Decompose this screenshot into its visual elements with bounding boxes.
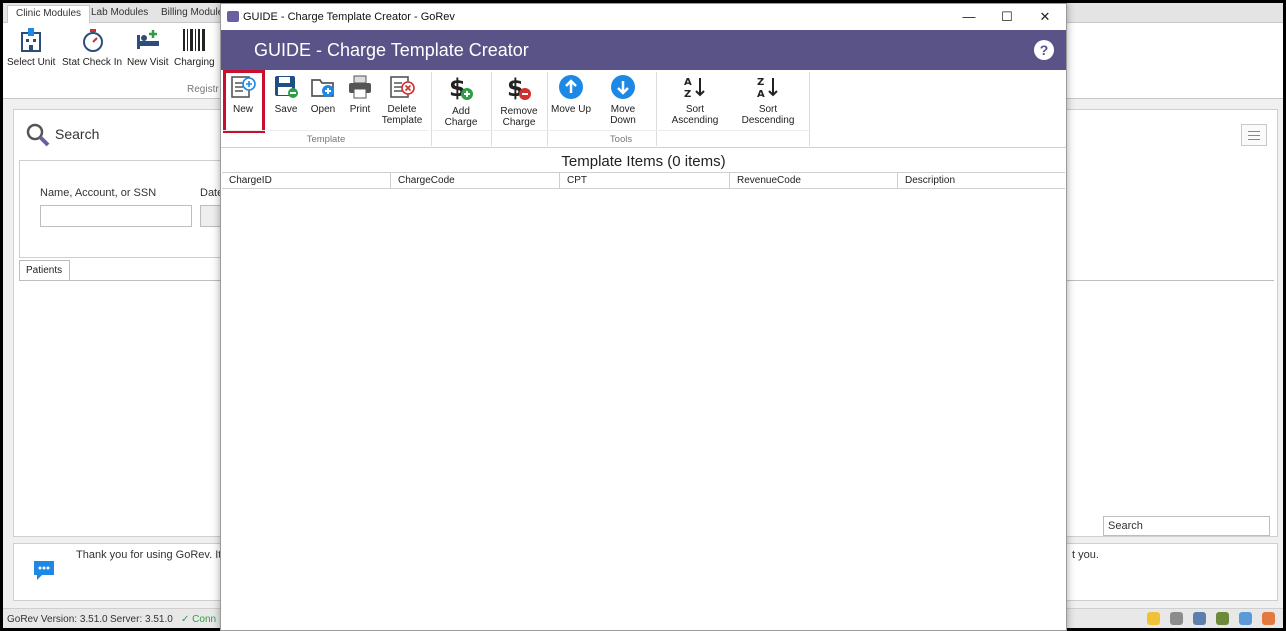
help-button[interactable]: ? xyxy=(1034,40,1054,60)
arrow-down-icon xyxy=(611,75,635,99)
column-header-chargeid[interactable]: ChargeID xyxy=(222,173,391,188)
sort-ascending-label: Sort Ascending xyxy=(671,104,719,126)
move-up-button[interactable]: Move Up xyxy=(551,74,591,115)
server-status: Server: 3.51.0 xyxy=(110,614,173,625)
template-items-title: Template Items (0 items) xyxy=(561,153,726,170)
sort-ascending-button[interactable]: AZ Sort Ascending xyxy=(663,74,727,126)
select-unit-label: Select Unit xyxy=(7,57,56,68)
grid-search-input[interactable]: Search xyxy=(1103,516,1270,536)
tab-lab-modules[interactable]: Lab Modules xyxy=(83,5,156,23)
hospital-icon xyxy=(21,28,42,52)
save-disk-icon xyxy=(275,76,298,98)
stat-check-in-button[interactable]: Stat Check In xyxy=(62,27,122,68)
delete-label-line1: Delete xyxy=(387,104,417,115)
sort-descending-button[interactable]: ZA Sort Descending xyxy=(734,74,802,126)
remove-label-line2: Charge xyxy=(502,117,536,128)
remove-charge-button[interactable]: $ Remove Charge xyxy=(499,74,539,128)
column-header-chargecode[interactable]: ChargeCode xyxy=(391,173,560,188)
barcode-icon xyxy=(183,29,206,51)
svg-text:Z: Z xyxy=(757,77,764,88)
template-items-grid-header: ChargeID ChargeCode CPT RevenueCode Desc… xyxy=(222,172,1065,189)
title-bar: GUIDE - Charge Template Creator - GoRev … xyxy=(221,4,1066,30)
template-items-grid-body[interactable] xyxy=(222,190,1065,630)
status-tray xyxy=(1147,612,1275,626)
star-icon[interactable] xyxy=(1239,612,1252,625)
minimize-button[interactable]: — xyxy=(950,4,988,30)
version-status: GoRev Version: 3.51.0 xyxy=(7,614,108,625)
name-account-ssn-input[interactable] xyxy=(40,205,192,227)
sort-descending-icon: ZA xyxy=(757,77,778,100)
message-text: Thank you for using GoRev. It xyxy=(76,549,222,561)
ribbon-separator xyxy=(431,72,432,146)
stopwatch-icon xyxy=(83,29,104,52)
move-up-label: Move Up xyxy=(551,104,592,115)
group-tools-label: Tools xyxy=(433,130,809,146)
lightbulb-icon[interactable] xyxy=(1147,612,1160,625)
delete-label-line2: Template xyxy=(381,115,423,126)
tab-clinic-modules[interactable]: Clinic Modules xyxy=(7,5,91,23)
color-wheel-icon[interactable] xyxy=(1262,612,1275,625)
remove-label-line1: Remove xyxy=(500,106,538,117)
help-icon[interactable] xyxy=(1193,612,1206,625)
window-title: GUIDE - Charge Template Creator - GoRev xyxy=(243,11,455,23)
delete-document-icon xyxy=(390,76,415,98)
bed-icon xyxy=(136,30,159,49)
open-label: Open xyxy=(310,104,336,115)
dollar-add-icon: $ xyxy=(449,74,473,102)
move-down-label: Move Down xyxy=(610,104,636,126)
sort-ascending-icon: AZ xyxy=(684,77,705,100)
gear-icon[interactable] xyxy=(1170,612,1183,625)
maximize-button[interactable]: ☐ xyxy=(988,4,1026,30)
svg-text:Z: Z xyxy=(684,89,691,100)
add-charge-button[interactable]: $ Add Charge xyxy=(435,74,487,128)
printer-icon xyxy=(349,75,371,99)
highlight-box xyxy=(223,70,265,133)
select-unit-button[interactable]: Select Unit xyxy=(7,27,55,68)
column-header-cpt[interactable]: CPT xyxy=(560,173,730,188)
open-button[interactable]: Open xyxy=(307,74,339,115)
charging-button[interactable]: Charging xyxy=(174,27,215,68)
stat-check-in-label: Stat Check In xyxy=(62,57,123,68)
hamburger-menu-button[interactable] xyxy=(1241,124,1267,146)
print-label: Print xyxy=(349,104,371,115)
arrow-up-icon xyxy=(559,75,583,99)
ribbon-group-label: Registr xyxy=(187,84,219,95)
dollar-remove-icon: $ xyxy=(507,74,531,102)
bug-icon[interactable] xyxy=(1216,612,1229,625)
group-template-label: Template xyxy=(223,130,429,146)
connection-status: ✓ Conn xyxy=(181,614,217,625)
header-banner: GUIDE - Charge Template Creator ? xyxy=(221,30,1066,70)
search-title: Search xyxy=(55,126,100,142)
ribbon-toolbar: New Save Open Print Delete Template Temp… xyxy=(221,70,1066,148)
chat-bubble-icon xyxy=(34,561,54,580)
column-header-description[interactable]: Description xyxy=(898,173,1065,188)
sort-descending-label: Sort Descending xyxy=(741,104,795,126)
message-text-tail: t you. xyxy=(1072,549,1099,561)
search-form: Name, Account, or SSN Date xyxy=(19,160,240,258)
ribbon-separator xyxy=(809,72,810,146)
search-icon xyxy=(26,123,50,147)
app-icon xyxy=(227,11,239,22)
svg-text:A: A xyxy=(757,89,765,100)
new-visit-label: New Visit xyxy=(127,57,169,68)
save-button[interactable]: Save xyxy=(269,74,303,115)
delete-template-button[interactable]: Delete Template xyxy=(381,74,423,126)
save-label: Save xyxy=(274,104,298,115)
name-account-ssn-label: Name, Account, or SSN xyxy=(40,187,157,199)
tab-patients[interactable]: Patients xyxy=(19,260,70,281)
charging-label: Charging xyxy=(174,57,215,68)
banner-title: GUIDE - Charge Template Creator xyxy=(254,40,529,60)
column-header-revenuecode[interactable]: RevenueCode xyxy=(730,173,898,188)
close-button[interactable]: ✕ xyxy=(1026,4,1064,30)
move-down-button[interactable]: Move Down xyxy=(597,74,649,126)
hamburger-menu-icon xyxy=(1248,131,1260,132)
new-button[interactable]: New xyxy=(223,70,265,133)
new-visit-button[interactable]: New Visit xyxy=(127,27,169,68)
svg-text:A: A xyxy=(684,77,692,88)
print-button[interactable]: Print xyxy=(345,74,375,115)
open-folder-icon xyxy=(311,79,334,97)
add-charge-label: Add Charge xyxy=(444,106,478,128)
charge-template-creator-window: GUIDE - Charge Template Creator - GoRev … xyxy=(220,3,1067,631)
